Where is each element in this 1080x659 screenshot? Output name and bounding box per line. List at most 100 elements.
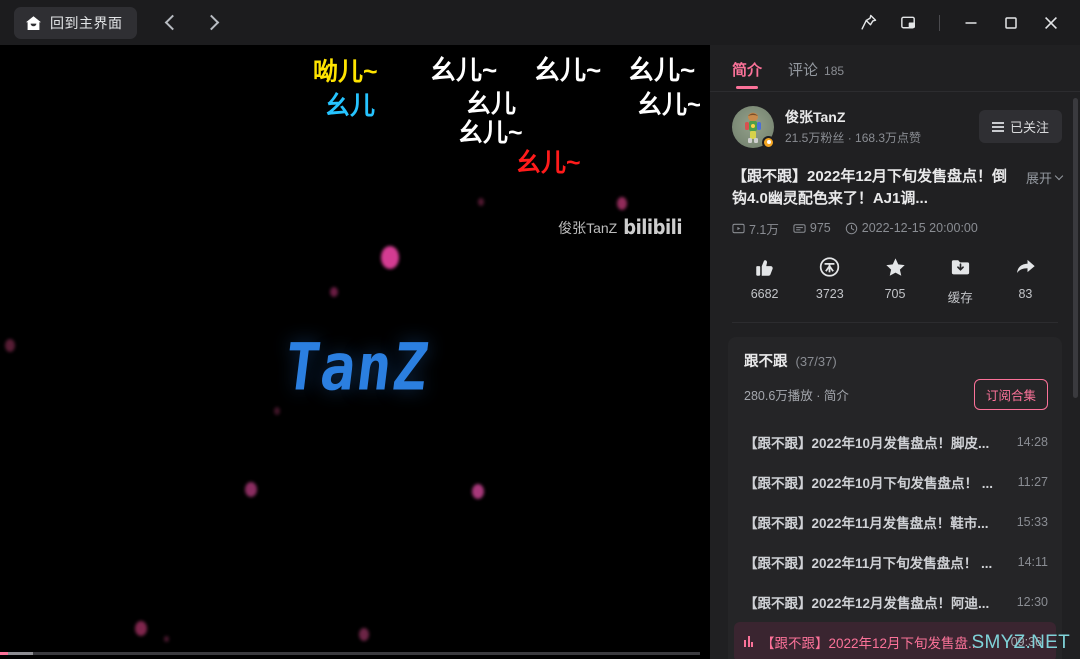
tab-comments[interactable]: 评论 185	[788, 59, 844, 91]
video-particle	[245, 482, 257, 497]
cache-label: 缓存	[947, 290, 973, 305]
episode-duration: 14:11	[1017, 554, 1048, 569]
share-icon	[1014, 256, 1037, 278]
thumbs-up-icon	[753, 256, 776, 278]
author-name[interactable]: 俊张TanZ	[785, 107, 979, 127]
pin-icon	[860, 14, 876, 30]
episode-duration: 14:28	[1016, 434, 1048, 449]
video-particle	[135, 621, 147, 636]
picture-in-picture-icon	[900, 16, 915, 29]
subscribe-collection-button[interactable]: 订阅合集	[973, 378, 1048, 410]
episode-title: 【跟不跟】2022年10月下旬发售盘点！ ...	[744, 475, 994, 491]
danmaku-count-label: 975	[809, 221, 831, 236]
share-button[interactable]: 83	[993, 256, 1058, 301]
bilibili-watermark-logo: bilibili	[623, 215, 682, 240]
episode-title: 【跟不跟】2022年12月发售盘点！阿迪...	[744, 595, 990, 611]
video-player[interactable]: TanZ 俊张TanZ bilibili 呦儿~ 幺儿 幺儿~ 幺儿~ 幺儿~ 幺儿 幺儿~…	[0, 45, 710, 659]
coin-count: 3723	[815, 286, 844, 301]
title-bar: 回到主界面	[0, 0, 1080, 45]
close-button[interactable]	[1032, 6, 1070, 40]
collection-card: 跟不跟 (37/37) 280.6万播放 · 简介 订阅合集 【跟不跟】2022…	[728, 336, 1062, 659]
back-to-home-label: 回到主界面	[50, 14, 123, 31]
picture-in-picture-button[interactable]	[889, 6, 927, 40]
video-particle	[478, 198, 484, 206]
close-icon	[1045, 16, 1057, 29]
coin-icon	[818, 256, 841, 278]
episode-list: 【跟不跟】2022年10月发售盘点！脚皮... 14:28 【跟不跟】2022年10…	[728, 422, 1062, 659]
window-controls-divider	[939, 14, 940, 31]
like-button[interactable]: 6682	[732, 256, 797, 301]
video-stage[interactable]: TanZ 俊张TanZ bilibili 呦儿~ 幺儿 幺儿~ 幺儿~ 幺儿~ 幺儿 幺儿~…	[0, 45, 700, 659]
site-watermark: SMYZ.NET	[971, 632, 1070, 653]
favorite-button[interactable]: 705	[862, 256, 927, 301]
sidebar-panel: 简介 评论 185 俊张TanZ 21.5万粉丝 · 168.3万点赞 已关注 …	[710, 45, 1080, 659]
episode-item[interactable]: 【跟不跟】2022年11月发售盘点！鞋市... 15:33	[728, 502, 1062, 542]
episode-title: 【跟不跟】2022年12月下旬发售盘...	[761, 635, 980, 651]
view-count-label: 7.1万	[749, 222, 779, 237]
episode-item[interactable]: 【跟不跟】2022年12月发售盘点！阿迪... 12:30	[728, 582, 1062, 622]
maximize-icon	[1005, 16, 1017, 29]
collection-progress: (37/37)	[795, 353, 837, 369]
playing-equalizer-icon	[744, 636, 753, 648]
clock-icon	[845, 222, 857, 235]
window-controls	[849, 6, 1070, 40]
sidebar-tabs: 简介 评论 185	[710, 45, 1080, 91]
episode-duration: 12:30	[1016, 594, 1048, 609]
tab-intro[interactable]: 简介	[732, 59, 762, 91]
video-particle	[330, 287, 338, 297]
back-to-home-button[interactable]: 回到主界面	[14, 6, 137, 39]
video-title: 【跟不跟】2022年12月下旬发售盘点！倒钩4.0幽灵配色来了！AJ1调...	[732, 167, 1008, 208]
coin-button[interactable]: 3723	[797, 256, 862, 301]
danmaku-comment: 幺儿~	[534, 55, 602, 85]
video-title-row: 【跟不跟】2022年12月下旬发售盘点！倒钩4.0幽灵配色来了！AJ1调... …	[710, 160, 1080, 211]
video-particle	[381, 246, 399, 269]
episode-item[interactable]: 【跟不跟】2022年10月下旬发售盘点！ ... 11:27	[728, 462, 1062, 502]
danmaku-comment: 幺儿~	[516, 149, 581, 177]
avatar[interactable]	[732, 105, 775, 149]
view-count: 7.1万	[732, 219, 779, 238]
sidebar-scrollbar[interactable]	[1073, 97, 1078, 398]
episode-item[interactable]: 【跟不跟】2022年11月下旬发售盘点！ ... 14:11	[728, 542, 1062, 582]
tab-comments-count: 185	[824, 64, 845, 78]
verified-badge-icon	[762, 135, 775, 149]
minimize-icon	[965, 21, 977, 24]
play-count-icon	[732, 223, 745, 234]
collection-name: 跟不跟	[744, 353, 788, 370]
minimize-button[interactable]	[952, 6, 990, 40]
bilibili-player-window: 回到主界面 TanZ 俊张TanZ bilibili 呦儿~ 幺儿 幺儿~ 幺儿…	[0, 0, 1080, 659]
star-icon	[884, 256, 907, 278]
action-buttons: 6682 3723 705 缓存 83	[710, 238, 1080, 322]
back-button[interactable]	[155, 7, 187, 39]
forward-button[interactable]	[197, 7, 229, 39]
episode-title: 【跟不跟】2022年10月发售盘点！脚皮...	[744, 435, 990, 451]
author-stats: 21.5万粉丝 · 168.3万点赞	[785, 130, 922, 145]
download-cache-icon	[949, 256, 972, 278]
navigation-arrows	[155, 7, 229, 39]
author-meta: 俊张TanZ 21.5万粉丝 · 168.3万点赞	[785, 107, 979, 146]
cache-button[interactable]: 缓存	[928, 256, 993, 306]
video-particle	[617, 197, 627, 210]
danmaku-comment: 幺儿~	[458, 119, 523, 147]
like-count: 6682	[750, 286, 779, 301]
episode-item[interactable]: 【跟不跟】2022年10月发售盘点！脚皮... 14:28	[728, 422, 1062, 462]
uploader-watermark: 俊张TanZ bilibili	[558, 215, 682, 240]
tab-comments-label: 评论	[788, 62, 819, 79]
video-particle	[163, 635, 169, 642]
video-logo-text: TanZ	[280, 328, 434, 406]
house-icon	[25, 15, 42, 31]
publish-date-label: 2022-12-15 20:00:00	[861, 221, 978, 236]
video-particle	[472, 484, 484, 499]
maximize-button[interactable]	[992, 6, 1030, 40]
avatar-figure	[745, 112, 761, 143]
collection-title-row: 跟不跟 (37/37)	[744, 350, 1048, 371]
video-progress-bar[interactable]	[0, 652, 700, 655]
menu-icon	[991, 120, 1004, 135]
collection-header[interactable]: 跟不跟 (37/37) 280.6万播放 · 简介 订阅合集	[728, 337, 1062, 422]
sidebar-scroll-area[interactable]: 俊张TanZ 21.5万粉丝 · 168.3万点赞 已关注 【跟不跟】2022年…	[710, 92, 1080, 659]
video-particle	[359, 628, 369, 641]
tab-active-underline	[736, 86, 758, 89]
pin-button[interactable]	[849, 6, 887, 40]
follow-status-button[interactable]: 已关注	[978, 110, 1062, 144]
expand-description-button[interactable]: 展开	[1026, 166, 1064, 187]
video-particle	[5, 339, 15, 352]
